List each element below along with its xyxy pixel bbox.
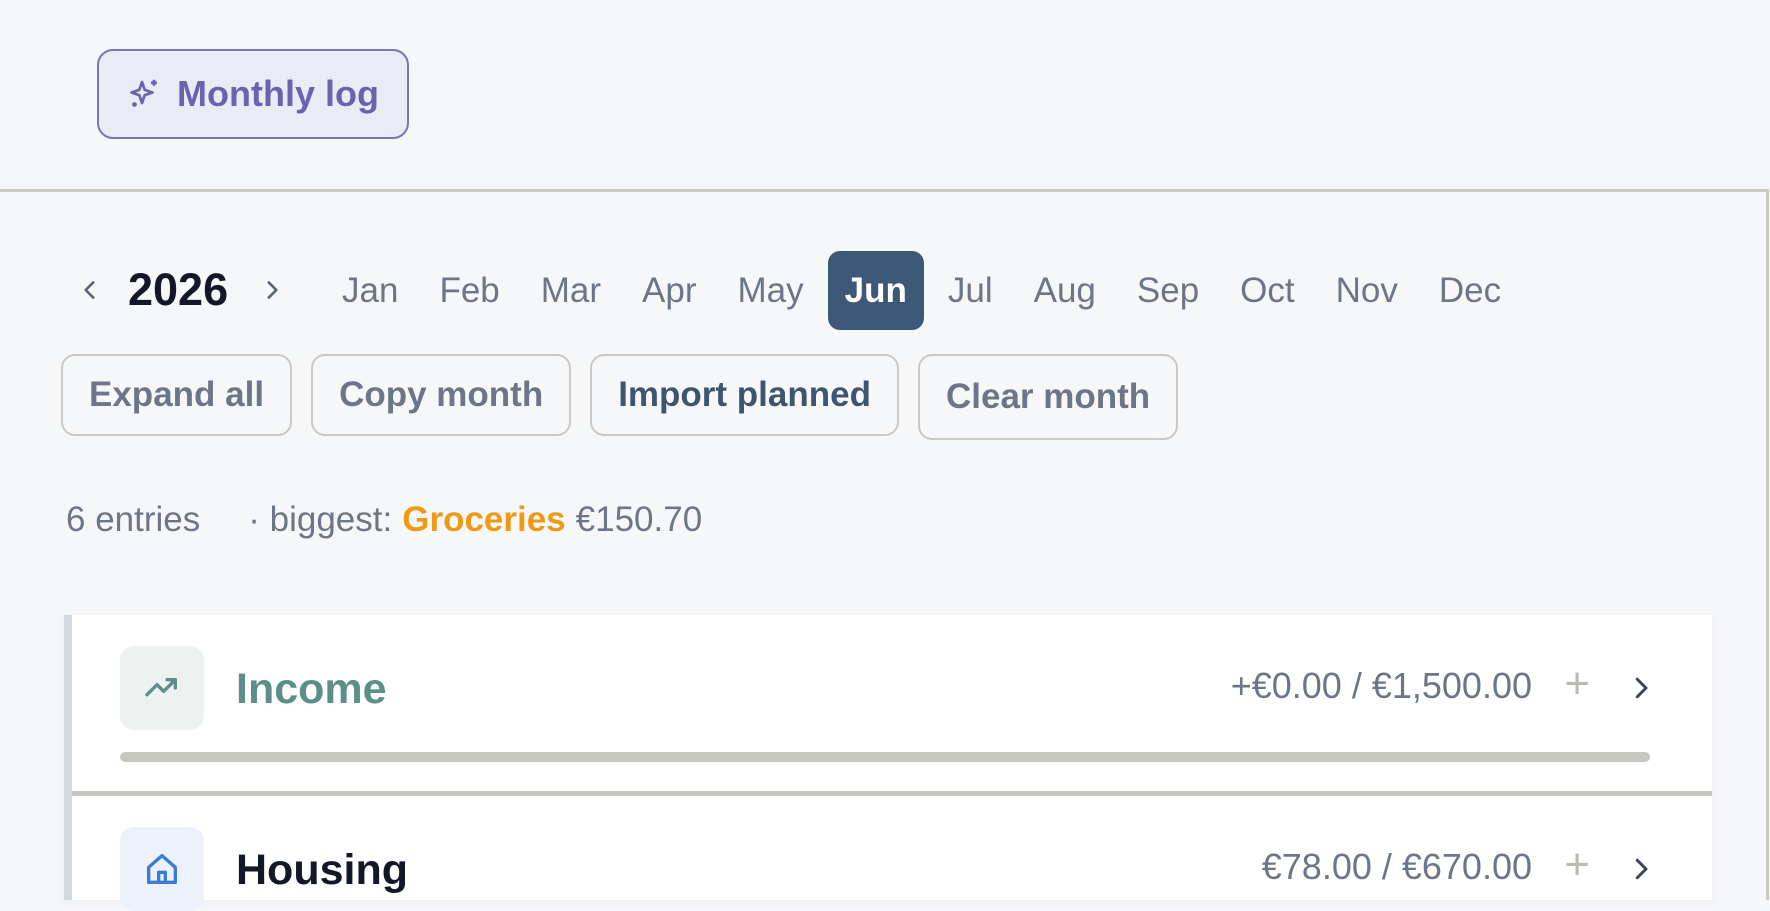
category-amount: +€0.00 / €1,500.00 — [1230, 665, 1532, 706]
tab-feb[interactable]: Feb — [422, 251, 516, 330]
tab-jul[interactable]: Jul — [931, 251, 1010, 330]
sparkles-icon — [130, 79, 157, 107]
clear-month-button[interactable]: Clear month — [917, 354, 1179, 440]
header-divider — [0, 189, 1768, 192]
category-progress-bar — [120, 752, 1650, 762]
category-income[interactable]: Income +€0.00 / €1,500.00 + — [72, 615, 1712, 791]
tab-sep[interactable]: Sep — [1120, 251, 1216, 330]
month-actions: Expand all Copy month Import planned Cle… — [61, 354, 1179, 440]
chevron-right-icon — [1635, 858, 1648, 880]
category-housing[interactable]: Housing €78.00 / €670.00 + — [72, 796, 1712, 911]
expand-all-button[interactable]: Expand all — [61, 354, 293, 436]
add-entry-button[interactable]: + — [1564, 659, 1590, 709]
top-bar: Monthly log — [0, 0, 1770, 190]
tab-dec[interactable]: Dec — [1422, 251, 1518, 330]
tab-jan[interactable]: Jan — [325, 251, 415, 330]
category-name: Housing — [236, 846, 408, 894]
biggest-amount: €150.70 — [575, 500, 703, 539]
monthly-log-button[interactable]: Monthly log — [97, 49, 409, 139]
housing-icon-box — [120, 827, 204, 911]
year-label: 2026 — [128, 264, 229, 315]
add-entry-button[interactable]: + — [1564, 840, 1590, 890]
income-icon-box — [120, 646, 204, 730]
chevron-right-icon — [267, 281, 278, 299]
tab-mar[interactable]: Mar — [524, 251, 618, 330]
chevron-right-icon — [1635, 677, 1648, 699]
chevron-left-icon — [84, 281, 95, 299]
tab-nov[interactable]: Nov — [1319, 251, 1415, 330]
expand-category-button[interactable] — [1626, 673, 1656, 703]
tab-oct[interactable]: Oct — [1223, 251, 1311, 330]
tab-may[interactable]: May — [721, 251, 821, 330]
next-year-button[interactable] — [252, 270, 292, 310]
category-name: Income — [236, 665, 387, 713]
tab-jun[interactable]: Jun — [827, 251, 924, 330]
home-icon — [147, 854, 177, 884]
biggest-prefix: · biggest: — [248, 500, 393, 539]
entries-count: 6 entries — [66, 500, 201, 539]
monthly-log-label: Monthly log — [177, 73, 379, 114]
month-summary: 6 entries · biggest: Groceries €150.70 — [66, 500, 702, 540]
panel-edge — [1766, 189, 1769, 900]
import-planned-button[interactable]: Import planned — [590, 354, 899, 436]
copy-month-button[interactable]: Copy month — [311, 354, 572, 436]
month-tabs: Jan Feb Mar Apr May Jun Jul Aug Sep Oct … — [325, 251, 1525, 330]
prev-year-button[interactable] — [70, 270, 110, 310]
tab-apr[interactable]: Apr — [625, 251, 713, 330]
tab-aug[interactable]: Aug — [1017, 251, 1113, 330]
trending-up-icon — [145, 678, 177, 697]
expand-category-button[interactable] — [1626, 854, 1656, 884]
category-amount: €78.00 / €670.00 — [1261, 846, 1532, 887]
biggest-category: Groceries — [402, 500, 566, 539]
category-list: Income +€0.00 / €1,500.00 + Housing €78.… — [64, 615, 1712, 911]
